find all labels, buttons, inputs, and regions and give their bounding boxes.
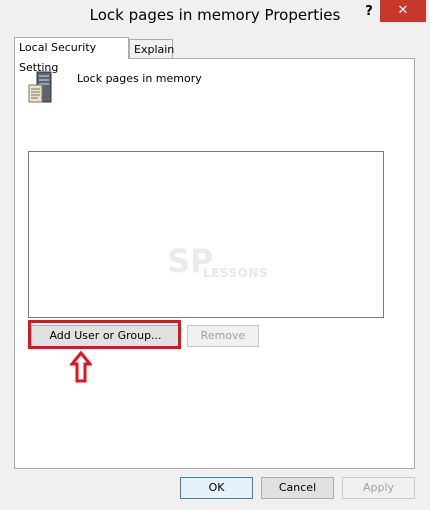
annotation-highlight-box xyxy=(28,320,181,349)
up-arrow-icon xyxy=(70,351,92,383)
title-bar[interactable]: Lock pages in memory Properties ? ✕ xyxy=(0,0,430,32)
tab-local-security-setting[interactable]: Local Security Setting xyxy=(14,37,129,74)
policy-name: Lock pages in memory xyxy=(77,72,202,85)
help-button[interactable]: ? xyxy=(356,1,382,23)
close-button[interactable]: ✕ xyxy=(380,0,426,22)
watermark-text: LESSONS xyxy=(203,266,268,280)
ok-button[interactable]: OK xyxy=(180,477,253,499)
tab-panel: Lock pages in memory SP LESSONS Add User… xyxy=(14,58,415,469)
members-listbox[interactable]: SP LESSONS xyxy=(28,151,384,318)
cancel-button[interactable]: Cancel xyxy=(261,477,334,499)
properties-dialog: Lock pages in memory Properties ? ✕ Loca… xyxy=(0,0,430,510)
apply-button[interactable]: Apply xyxy=(342,477,415,499)
tab-label: Explain xyxy=(134,43,175,56)
tab-explain[interactable]: Explain xyxy=(129,39,175,59)
watermark-logo: SP LESSONS xyxy=(167,242,287,286)
remove-button[interactable]: Remove xyxy=(187,325,259,347)
